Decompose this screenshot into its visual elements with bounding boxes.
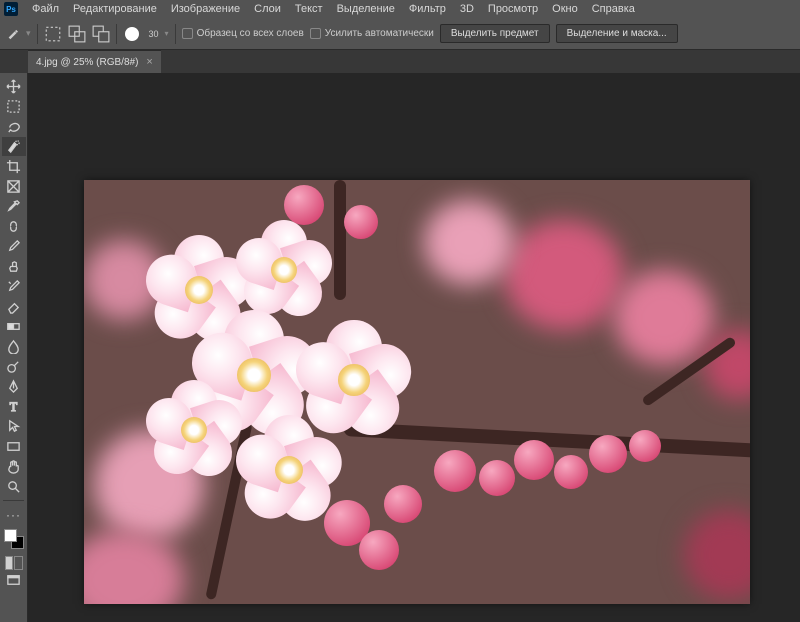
app-logo: Ps	[4, 2, 18, 16]
document-tab[interactable]: 4.jpg @ 25% (RGB/8#) ×	[28, 50, 161, 73]
auto-enhance-label: Усилить автоматически	[325, 28, 434, 39]
menu-image[interactable]: Изображение	[165, 2, 246, 16]
new-selection-icon[interactable]	[44, 25, 62, 43]
marquee-tool[interactable]	[2, 97, 26, 116]
frame-tool[interactable]	[2, 177, 26, 196]
menu-3d[interactable]: 3D	[454, 2, 480, 16]
document-tab-bar: 4.jpg @ 25% (RGB/8#) ×	[0, 50, 800, 73]
lasso-tool[interactable]	[2, 117, 26, 136]
quick-mask-toggle[interactable]	[5, 556, 23, 570]
crop-tool[interactable]	[2, 157, 26, 176]
move-tool[interactable]	[2, 77, 26, 96]
menu-view[interactable]: Просмотр	[482, 2, 544, 16]
eraser-tool[interactable]	[2, 297, 26, 316]
foreground-color[interactable]	[4, 529, 17, 542]
screen-mode-icon[interactable]	[2, 571, 26, 590]
menu-select[interactable]: Выделение	[331, 2, 401, 16]
tool-preset-picker[interactable]	[6, 27, 20, 41]
menu-layers[interactable]: Слои	[248, 2, 287, 16]
rectangle-tool[interactable]	[2, 437, 26, 456]
document-canvas[interactable]	[84, 180, 750, 604]
canvas-viewport[interactable]	[28, 73, 800, 622]
pen-tool[interactable]	[2, 377, 26, 396]
svg-text:T: T	[10, 400, 18, 414]
quick-select-tool[interactable]	[2, 137, 26, 156]
options-bar: ▾ 30 ▾ Образец со всех слоев Усилить авт…	[0, 18, 800, 50]
menu-text[interactable]: Текст	[289, 2, 329, 16]
select-subject-button[interactable]: Выделить предмет	[440, 24, 550, 43]
brush-preview-icon[interactable]	[123, 25, 141, 43]
select-and-mask-button[interactable]: Выделение и маска...	[556, 24, 678, 43]
gradient-tool[interactable]	[2, 317, 26, 336]
healing-brush-tool[interactable]	[2, 217, 26, 236]
history-brush-tool[interactable]	[2, 277, 26, 296]
menu-bar: Ps Файл Редактирование Изображение Слои …	[0, 0, 800, 18]
eyedropper-tool[interactable]	[2, 197, 26, 216]
sample-all-layers-label: Образец со всех слоев	[197, 28, 304, 39]
zoom-tool[interactable]	[2, 477, 26, 496]
auto-enhance-checkbox[interactable]: Усилить автоматически	[310, 28, 434, 39]
document-tab-title: 4.jpg @ 25% (RGB/8#)	[36, 57, 138, 68]
menu-window[interactable]: Окно	[546, 2, 584, 16]
sample-all-layers-checkbox[interactable]: Образец со всех слоев	[182, 28, 304, 39]
path-select-tool[interactable]	[2, 417, 26, 436]
menu-file[interactable]: Файл	[26, 2, 65, 16]
type-tool[interactable]: T	[2, 397, 26, 416]
menu-help[interactable]: Справка	[586, 2, 641, 16]
color-swatches[interactable]	[4, 529, 24, 549]
tool-palette: T ···	[0, 73, 28, 622]
brush-size-value: 30	[149, 29, 159, 39]
dodge-tool[interactable]	[2, 357, 26, 376]
clone-stamp-tool[interactable]	[2, 257, 26, 276]
close-icon[interactable]: ×	[146, 56, 152, 68]
menu-edit[interactable]: Редактирование	[67, 2, 163, 16]
brush-tool[interactable]	[2, 237, 26, 256]
edit-toolbar-icon[interactable]: ···	[2, 505, 26, 524]
subtract-selection-icon[interactable]	[92, 25, 110, 43]
menu-filter[interactable]: Фильтр	[403, 2, 452, 16]
blur-tool[interactable]	[2, 337, 26, 356]
add-selection-icon[interactable]	[68, 25, 86, 43]
hand-tool[interactable]	[2, 457, 26, 476]
